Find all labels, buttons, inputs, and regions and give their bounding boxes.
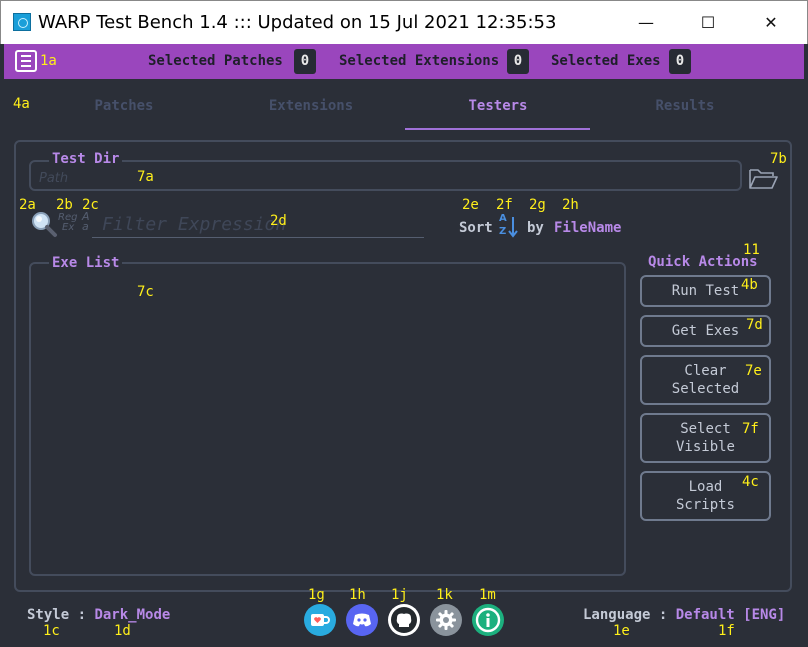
kofi-cup-icon[interactable] [304,604,336,636]
exe-list[interactable] [29,262,626,576]
tab-patches[interactable]: Patches [49,98,199,114]
maximize-button[interactable]: ☐ [685,0,731,44]
style-selector[interactable]: Dark_Mode [94,607,170,623]
annotation-1e: 1e [613,623,630,639]
selected-patches-label: Selected Patches [148,53,283,69]
tab-testers[interactable]: Testers [423,98,573,114]
annotation-11: 11 [743,242,760,258]
annotation-2b: 2b [56,197,73,213]
style-label: Style : [27,607,95,623]
annotation-2d: 2d [270,213,287,229]
regex-toggle-bottom: Ex [62,222,75,233]
annotation-7f: 7f [742,421,759,437]
sort-order-toggle[interactable]: A Z [498,214,520,240]
close-button[interactable]: ✕ [748,0,794,44]
path-placeholder: Path [39,171,69,186]
filter-underline [92,237,424,238]
case-toggle[interactable]: A a [82,211,90,233]
info-icon[interactable] [472,604,504,636]
annotation-4a: 4a [13,96,30,112]
annotation-7b: 7b [770,151,787,167]
annotation-7c: 7c [137,284,154,300]
annotation-1g: 1g [308,587,325,603]
annotation-1f: 1f [718,623,735,639]
annotation-7d: 7d [746,317,763,333]
sort-arrow-icon [508,217,518,238]
annotation-2g: 2g [529,197,546,213]
annotation-4b: 4b [741,277,758,293]
maximize-icon: ☐ [700,12,716,32]
annotation-1c: 1c [43,623,60,639]
minimize-icon: — [638,12,654,32]
sort-label: Sort [459,220,493,236]
annotation-7a: 7a [137,169,154,185]
folder-open-icon[interactable] [748,166,778,190]
sort-order-top: A [499,213,507,224]
close-icon: ✕ [764,12,778,32]
test-dir-label: Test Dir [49,151,123,167]
annotation-1j: 1j [391,587,408,603]
language-label: Language : [583,607,676,623]
selected-exes-label: Selected Exes [551,53,661,69]
magnifier-icon[interactable] [30,210,58,238]
annotation-2h: 2h [562,197,579,213]
quick-actions-label: Quick Actions [648,254,758,270]
selected-exes-count: 0 [669,49,691,74]
list-icon[interactable] [15,50,37,72]
selected-patches-count: 0 [294,49,316,74]
filter-expression-input[interactable] [102,212,422,236]
window-title: WARP Test Bench 1.4 ::: Updated on 15 Ju… [38,12,557,33]
language-selector[interactable]: Default [ENG] [676,607,786,623]
settings-gear-icon[interactable] [430,604,462,636]
selected-extensions-count: 0 [507,49,529,74]
sort-field-selector[interactable]: FileName [554,220,621,236]
annotation-7e: 7e [745,363,762,379]
app-icon [13,13,31,31]
test-dir-field[interactable] [29,160,742,191]
tab-extensions[interactable]: Extensions [236,98,386,114]
regex-toggle[interactable]: Reg Ex [58,213,77,233]
sort-by-label: by [527,220,544,236]
active-tab-indicator [405,128,590,130]
annotation-2f: 2f [496,197,513,213]
annotation-1a: 1a [40,53,57,69]
exe-list-label: Exe List [49,255,123,271]
case-toggle-bottom: a [82,220,89,233]
annotation-1h: 1h [349,587,366,603]
annotation-4c: 4c [742,474,759,490]
github-icon[interactable] [388,604,420,636]
annotation-1k: 1k [436,587,453,603]
minimize-button[interactable]: — [623,0,669,44]
annotation-2e: 2e [462,197,479,213]
discord-icon[interactable] [346,604,378,636]
tab-results[interactable]: Results [610,98,760,114]
annotation-1d: 1d [114,623,131,639]
selected-extensions-label: Selected Extensions [339,53,500,69]
annotation-1m: 1m [479,587,496,603]
sort-order-bottom: Z [499,226,507,237]
